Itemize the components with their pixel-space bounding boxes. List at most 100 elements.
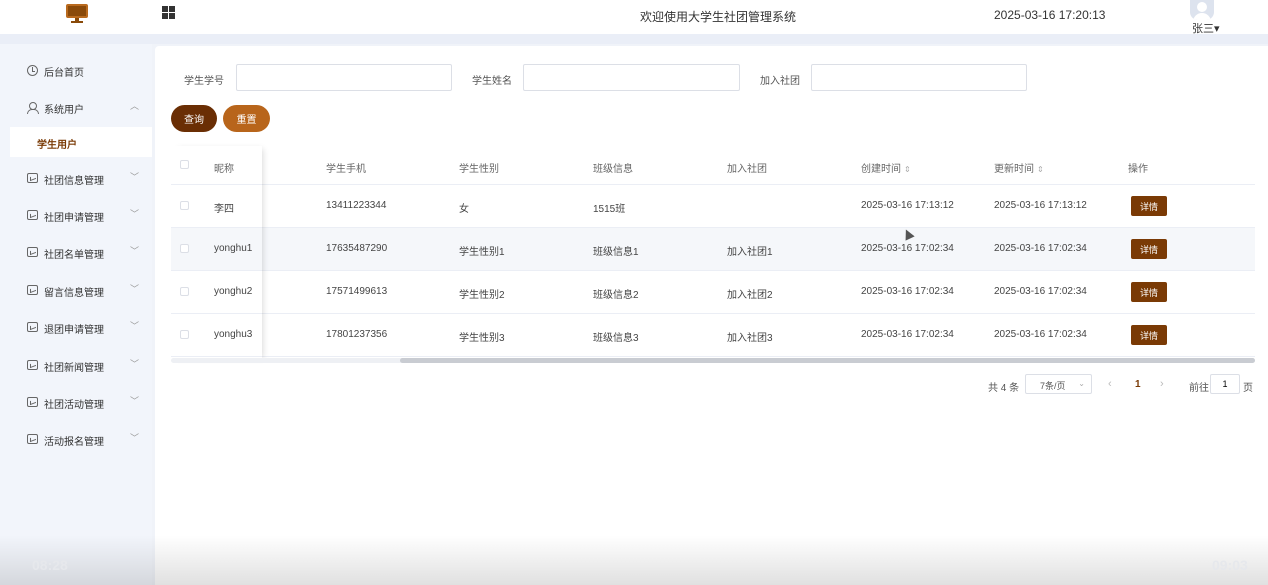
cell-created: 2025-03-16 17:02:34	[861, 286, 954, 297]
cell-phone: 17801237356	[326, 329, 388, 340]
cell-class: 1515班	[593, 204, 626, 215]
sidebar-item-system-users[interactable]: 系统用户 ︿	[0, 90, 152, 126]
chevron-down-icon: ﹀	[130, 433, 140, 443]
column-header-created[interactable]: 创建时间 ⇕	[861, 160, 911, 175]
top-header: 欢迎使用大学生社团管理系统 2025-03-16 17:20:13 张三▾	[0, 0, 1268, 35]
cell-nickname: yonghu3	[214, 329, 253, 340]
avatar[interactable]	[1190, 0, 1214, 20]
sidebar-subitem-student-users[interactable]: 学生用户	[10, 127, 152, 157]
row-checkbox[interactable]	[180, 330, 189, 339]
student-id-input[interactable]	[236, 64, 452, 91]
chevron-down-icon: ﹀	[130, 246, 140, 256]
monitor-logo-icon	[66, 4, 88, 24]
table-row: yonghu1 17635487290 学生性别1 班级信息1 加入社团1 20…	[171, 228, 1255, 271]
sidebar-item-club-news[interactable]: 社团新闻管理 ﹀	[0, 348, 152, 384]
sidebar-item-dashboard[interactable]: 后台首页	[0, 53, 152, 89]
sidebar-item-label: 社团活动管理	[44, 400, 104, 411]
chevron-down-icon: ﹀	[130, 209, 140, 219]
club-input[interactable]	[811, 64, 1027, 91]
cell-updated: 2025-03-16 17:02:34	[994, 243, 1087, 254]
chart-icon	[27, 434, 38, 444]
student-name-label: 学生姓名	[472, 76, 512, 87]
goto-page-input[interactable]	[1210, 374, 1240, 394]
chart-icon	[27, 285, 38, 295]
detail-button[interactable]: 详情	[1131, 282, 1167, 302]
page-suffix-label: 页	[1243, 383, 1253, 394]
chart-icon	[27, 173, 38, 183]
column-header-nickname: 昵称	[214, 164, 234, 175]
detail-button[interactable]: 详情	[1131, 325, 1167, 345]
sidebar-item-club-application[interactable]: 社团申请管理 ﹀	[0, 198, 152, 234]
horizontal-scrollbar[interactable]	[171, 358, 1255, 363]
chevron-down-icon: ﹀	[130, 321, 140, 331]
reset-button[interactable]: 重置	[223, 105, 270, 132]
cell-phone: 13411223344	[326, 200, 387, 211]
cell-updated: 2025-03-16 17:02:34	[994, 329, 1087, 340]
sidebar-item-activity-signup[interactable]: 活动报名管理 ﹀	[0, 422, 152, 458]
column-header-updated[interactable]: 更新时间 ⇕	[994, 160, 1044, 175]
sidebar-item-label: 社团信息管理	[44, 176, 104, 187]
sort-icon: ⇕	[904, 165, 911, 174]
sort-icon: ⇕	[1037, 165, 1044, 174]
video-overlay	[0, 535, 1268, 585]
pagination-total: 共 4 条	[988, 383, 1020, 394]
column-header-phone: 学生手机	[326, 164, 366, 175]
table-header: 昵称 学生手机 学生性别 班级信息 加入社团 创建时间 ⇕ 更新时间 ⇕ 操作	[171, 146, 1255, 185]
column-header-class: 班级信息	[593, 164, 633, 175]
sidebar-item-label: 退团申请管理	[44, 325, 104, 336]
chart-icon	[27, 322, 38, 332]
club-label: 加入社团	[760, 76, 800, 87]
scrollbar-thumb[interactable]	[400, 358, 1255, 363]
sidebar-item-label: 社团新闻管理	[44, 363, 104, 374]
chevron-down-icon: ﹀	[130, 284, 140, 294]
query-button[interactable]: 查询	[171, 105, 217, 132]
cell-nickname: yonghu2	[214, 286, 253, 297]
cell-class: 班级信息3	[593, 333, 639, 344]
cell-created: 2025-03-16 17:02:34	[861, 243, 954, 254]
select-all-checkbox[interactable]	[180, 160, 189, 169]
sidebar-item-club-roster[interactable]: 社团名单管理 ﹀	[0, 235, 152, 271]
next-page-button[interactable]: ›	[1160, 378, 1164, 390]
row-checkbox[interactable]	[180, 201, 189, 210]
cell-gender: 女	[459, 204, 469, 215]
cell-nickname: yonghu1	[214, 243, 253, 254]
cell-gender: 学生性别1	[459, 247, 505, 258]
cell-gender: 学生性别2	[459, 290, 505, 301]
detail-button[interactable]: 详情	[1131, 239, 1167, 259]
student-name-input[interactable]	[523, 64, 740, 91]
cell-created: 2025-03-16 17:13:12	[861, 200, 954, 211]
chart-icon	[27, 247, 38, 257]
sidebar-subitem-label: 学生用户	[37, 140, 77, 151]
detail-button[interactable]: 详情	[1131, 196, 1167, 216]
header-divider	[0, 34, 1268, 44]
row-checkbox[interactable]	[180, 244, 189, 253]
sidebar-item-label: 系统用户	[44, 105, 84, 116]
student-id-label: 学生学号	[184, 76, 224, 87]
sidebar-item-messages[interactable]: 留言信息管理 ﹀	[0, 273, 152, 309]
chart-icon	[27, 397, 38, 407]
prev-page-button[interactable]: ‹	[1108, 378, 1112, 390]
cell-club: 加入社团1	[727, 247, 773, 258]
column-header-label: 创建时间	[861, 164, 901, 175]
chevron-up-icon: ︿	[130, 101, 140, 111]
student-table: 昵称 学生手机 学生性别 班级信息 加入社团 创建时间 ⇕ 更新时间 ⇕ 操作 李四…	[171, 146, 1255, 361]
page-size-select[interactable]: 7条/页 ⌄	[1025, 374, 1092, 394]
system-title: 欢迎使用大学生社团管理系统	[639, 10, 796, 24]
grid-menu-icon[interactable]	[162, 6, 175, 19]
column-header-actions: 操作	[1128, 164, 1148, 175]
chevron-down-icon: ﹀	[130, 359, 140, 369]
current-datetime: 2025-03-16 17:20:13	[994, 8, 1106, 22]
cell-class: 班级信息2	[593, 290, 639, 301]
sidebar-item-club-info[interactable]: 社团信息管理 ﹀	[0, 161, 152, 197]
chart-icon	[27, 360, 38, 370]
table-row: 李四 13411223344 女 1515班 2025-03-16 17:13:…	[171, 185, 1255, 228]
cell-phone: 17571499613	[326, 286, 388, 297]
sidebar-item-quit-application[interactable]: 退团申请管理 ﹀	[0, 310, 152, 346]
column-header-gender: 学生性别	[459, 164, 499, 175]
video-elapsed-time: 08:28	[32, 557, 68, 573]
cell-phone: 17635487290	[326, 243, 388, 254]
sidebar-item-club-activities[interactable]: 社团活动管理 ﹀	[0, 385, 152, 421]
row-checkbox[interactable]	[180, 287, 189, 296]
video-duration: 09:03	[1212, 557, 1248, 573]
page-number-1[interactable]: 1	[1135, 379, 1141, 390]
